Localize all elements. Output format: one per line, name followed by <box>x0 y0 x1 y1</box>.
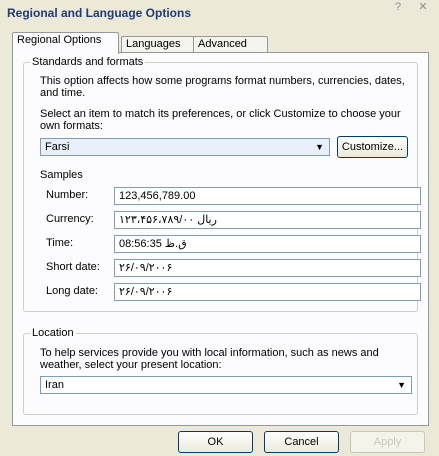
tab-languages[interactable]: Languages <box>121 36 198 53</box>
cancel-button[interactable]: Cancel <box>264 431 339 453</box>
apply-button[interactable]: Apply <box>350 431 425 453</box>
customize-button[interactable]: Customize... <box>337 136 408 158</box>
sample-number-label: Number: <box>46 189 89 201</box>
close-button[interactable]: ✕ <box>410 0 436 14</box>
help-button[interactable]: ? <box>385 0 411 14</box>
sample-currency-field: ريال ۱۲۳،۴۵۶،۷۸۹/۰۰ <box>114 211 421 229</box>
samples-label: Samples <box>40 169 83 181</box>
sample-time-field: 08:56:35 ق.ظ <box>114 235 421 253</box>
sample-short-date-label: Short date: <box>46 261 100 273</box>
sample-time-label: Time: <box>46 237 74 249</box>
location-select-value: Iran <box>45 379 64 391</box>
location-select[interactable]: Iran ▼ <box>40 376 412 394</box>
sample-long-date-field: ۲۶/۰۹/۲۰۰۶ <box>114 283 421 301</box>
sample-currency-label: Currency: <box>46 213 94 225</box>
tab-panel: Standards and formats This option affect… <box>12 52 429 426</box>
format-select-value: Farsi <box>45 141 70 153</box>
sample-long-date-label: Long date: <box>46 285 98 297</box>
title-bar[interactable]: Regional and Language Options ? ✕ <box>0 0 439 22</box>
tab-regional-options[interactable]: Regional Options <box>12 32 119 54</box>
sample-short-date-field: ۲۶/۰۹/۲۰۰۶ <box>114 259 421 277</box>
standards-description: This option affects how some programs fo… <box>40 75 405 99</box>
format-select[interactable]: Farsi ▼ <box>40 138 330 156</box>
standards-instruction: Select an item to match its preferences,… <box>40 108 401 132</box>
sample-number-field: 123,456,789.00 <box>114 187 421 205</box>
tab-advanced[interactable]: Advanced <box>193 36 268 53</box>
chevron-down-icon: ▼ <box>397 380 406 390</box>
chevron-down-icon: ▼ <box>315 142 324 152</box>
location-group <box>23 333 418 415</box>
ok-button[interactable]: OK <box>178 431 253 453</box>
location-description: To help services provide you with local … <box>40 347 379 371</box>
window-title: Regional and Language Options <box>7 6 192 20</box>
standards-formats-label: Standards and formats <box>30 56 146 68</box>
location-label: Location <box>30 327 76 339</box>
